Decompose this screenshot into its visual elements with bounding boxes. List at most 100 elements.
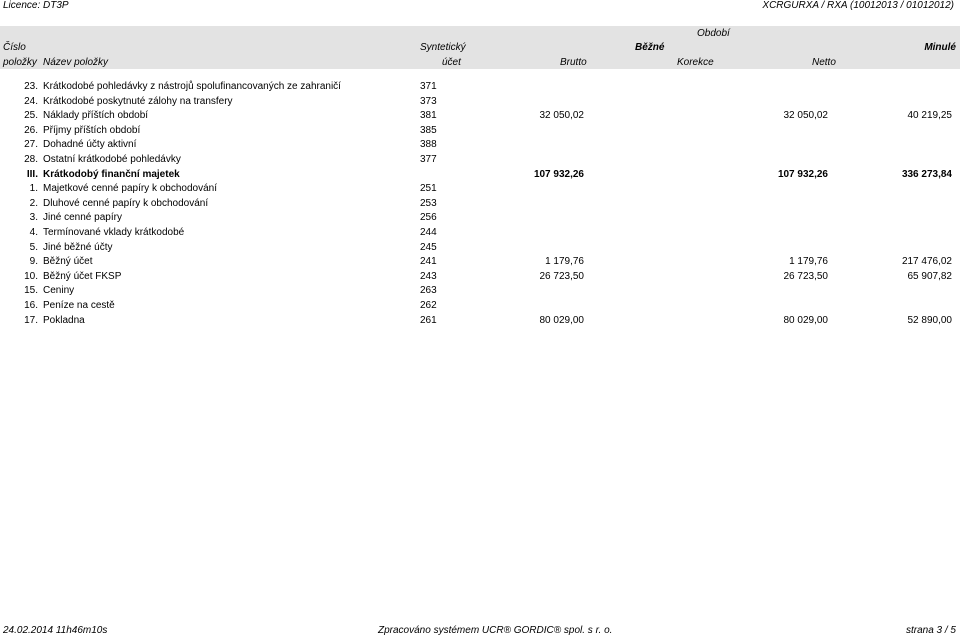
table-row: 28. Ostatní krátkodobé pohledávky 377 [0, 153, 960, 168]
row-name: Běžný účet FKSP [43, 270, 122, 282]
row-account: 263 [420, 285, 437, 297]
row-account: 244 [420, 227, 437, 238]
row-account: 385 [420, 124, 437, 136]
row-netto: 26 723,50 [783, 270, 829, 282]
table-row: 15. Ceniny 263 [0, 284, 960, 299]
row-number: 10. [24, 270, 38, 282]
row-name: Běžný účet [43, 256, 93, 268]
row-number: 23. [24, 81, 38, 92]
row-number: 25. [24, 110, 38, 122]
header-nazev: Název položky [43, 57, 109, 68]
table-row: 10. Běžný účet FKSP 243 26 723,50 26 723… [0, 270, 960, 285]
row-name: Jiné cenné papíry [43, 212, 122, 224]
header-korekce: Korekce [677, 57, 714, 68]
row-name: Ostatní krátkodobé pohledávky [43, 154, 181, 165]
row-number: 9. [29, 256, 38, 268]
row-minule: 52 890,00 [907, 314, 953, 326]
row-account: 243 [420, 270, 437, 282]
table-row: 2. Dluhové cenné papíry k obchodování 25… [0, 197, 960, 212]
table-row: 17. Pokladna 261 80 029,00 80 029,00 52 … [0, 314, 960, 329]
table-row: 9. Běžný účet 241 1 179,76 1 179,76 217 … [0, 255, 960, 270]
row-account: 381 [420, 110, 437, 122]
row-number: 1. [29, 183, 38, 195]
row-name: Pokladna [43, 314, 85, 326]
row-name: Krátkodobé poskytnuté zálohy na transfer… [43, 95, 233, 107]
row-name: Majetkové cenné papíry k obchodování [43, 183, 217, 195]
report-code: XCRGURXA / RXA (10012013 / 01012012) [762, 0, 954, 11]
row-name: Termínované vklady krátkodobé [43, 227, 185, 238]
header-minule: Minulé [924, 42, 956, 53]
footer-date: 24.02.2014 11h46m10s [3, 625, 108, 636]
row-account: 373 [420, 95, 437, 107]
header-netto: Netto [812, 57, 836, 68]
row-number: 24. [24, 95, 38, 107]
row-account: 388 [420, 139, 437, 151]
report-footer: 24.02.2014 11h46m10s Zpracováno systémem… [0, 625, 960, 637]
row-number: 5. [29, 241, 38, 253]
row-number: III. [26, 168, 38, 180]
table-header: Období Číslo Syntetický Běžné Minulé pol… [0, 26, 960, 69]
row-account: 261 [420, 314, 437, 326]
row-account: 253 [420, 197, 437, 209]
row-account: 251 [420, 183, 437, 195]
row-name: Peníze na cestě [43, 300, 115, 311]
header-polozky: položky [3, 57, 37, 68]
row-number: 27. [24, 139, 38, 151]
table-row: 5. Jiné běžné účty 245 [0, 241, 960, 256]
row-number: 28. [24, 154, 38, 165]
header-cislo: Číslo [3, 42, 26, 53]
row-number: 3. [29, 212, 38, 224]
row-number: 17. [24, 314, 38, 326]
header-obdobi: Období [697, 28, 730, 39]
row-minule: 217 476,02 [901, 256, 952, 268]
row-brutto: 32 050,02 [539, 110, 585, 122]
row-name: Krátkodobý finanční majetek [43, 168, 180, 180]
row-account: 262 [420, 300, 437, 311]
header-ucet: účet [442, 57, 461, 68]
report-top-bar: Licence: DT3P XCRGURXA / RXA (10012013 /… [0, 0, 960, 12]
row-netto: 80 029,00 [783, 314, 829, 326]
row-brutto: 26 723,50 [539, 270, 585, 282]
header-bezne: Běžné [635, 42, 665, 53]
row-name: Dluhové cenné papíry k obchodování [43, 197, 209, 209]
row-number: 16. [24, 300, 38, 311]
row-minule: 40 219,25 [907, 110, 953, 122]
row-name: Krátkodobé pohledávky z nástrojů spolufi… [43, 81, 341, 92]
row-netto: 32 050,02 [783, 110, 829, 122]
footer-page: strana 3 / 5 [905, 625, 956, 636]
row-name: Jiné běžné účty [43, 241, 113, 253]
table-row: 1. Majetkové cenné papíry k obchodování … [0, 182, 960, 197]
row-brutto: 1 179,76 [545, 256, 584, 268]
row-account: 256 [420, 212, 437, 224]
row-name: Dohadné účty aktivní [43, 139, 137, 151]
table-row: 27. Dohadné účty aktivní 388 [0, 138, 960, 153]
row-brutto: 80 029,00 [539, 314, 585, 326]
table-row: 25. Náklady příštích období 381 32 050,0… [0, 109, 960, 124]
table-row: III. Krátkodobý finanční majetek 107 932… [0, 168, 960, 183]
row-minule: 65 907,82 [907, 270, 953, 282]
row-account: 241 [420, 256, 437, 268]
table-row: 26. Příjmy příštích období 385 [0, 124, 960, 139]
row-name: Příjmy příštích období [43, 124, 141, 136]
row-minule: 336 273,84 [901, 168, 952, 180]
table-row: 24. Krátkodobé poskytnuté zálohy na tran… [0, 95, 960, 110]
row-netto: 1 179,76 [789, 256, 828, 268]
row-name: Ceniny [43, 285, 75, 297]
table-row: 4. Termínované vklady krátkodobé 244 [0, 226, 960, 241]
row-netto: 107 932,26 [777, 168, 828, 180]
licence-label: Licence: DT3P [3, 0, 69, 11]
header-brutto: Brutto [560, 57, 587, 68]
row-account: 245 [420, 241, 437, 253]
table-row: 16. Peníze na cestě 262 [0, 299, 960, 314]
row-name: Náklady příštích období [43, 110, 149, 122]
row-account: 377 [420, 154, 437, 165]
row-number: 4. [29, 227, 38, 238]
table-row: 3. Jiné cenné papíry 256 [0, 211, 960, 226]
row-account: 371 [420, 81, 437, 92]
footer-system: Zpracováno systémem UCR® GORDIC® spol. s… [378, 625, 613, 636]
header-synteticky: Syntetický [420, 42, 466, 53]
row-number: 15. [24, 285, 38, 297]
row-number: 26. [24, 124, 38, 136]
row-number: 2. [29, 197, 38, 209]
row-brutto: 107 932,26 [533, 168, 584, 180]
